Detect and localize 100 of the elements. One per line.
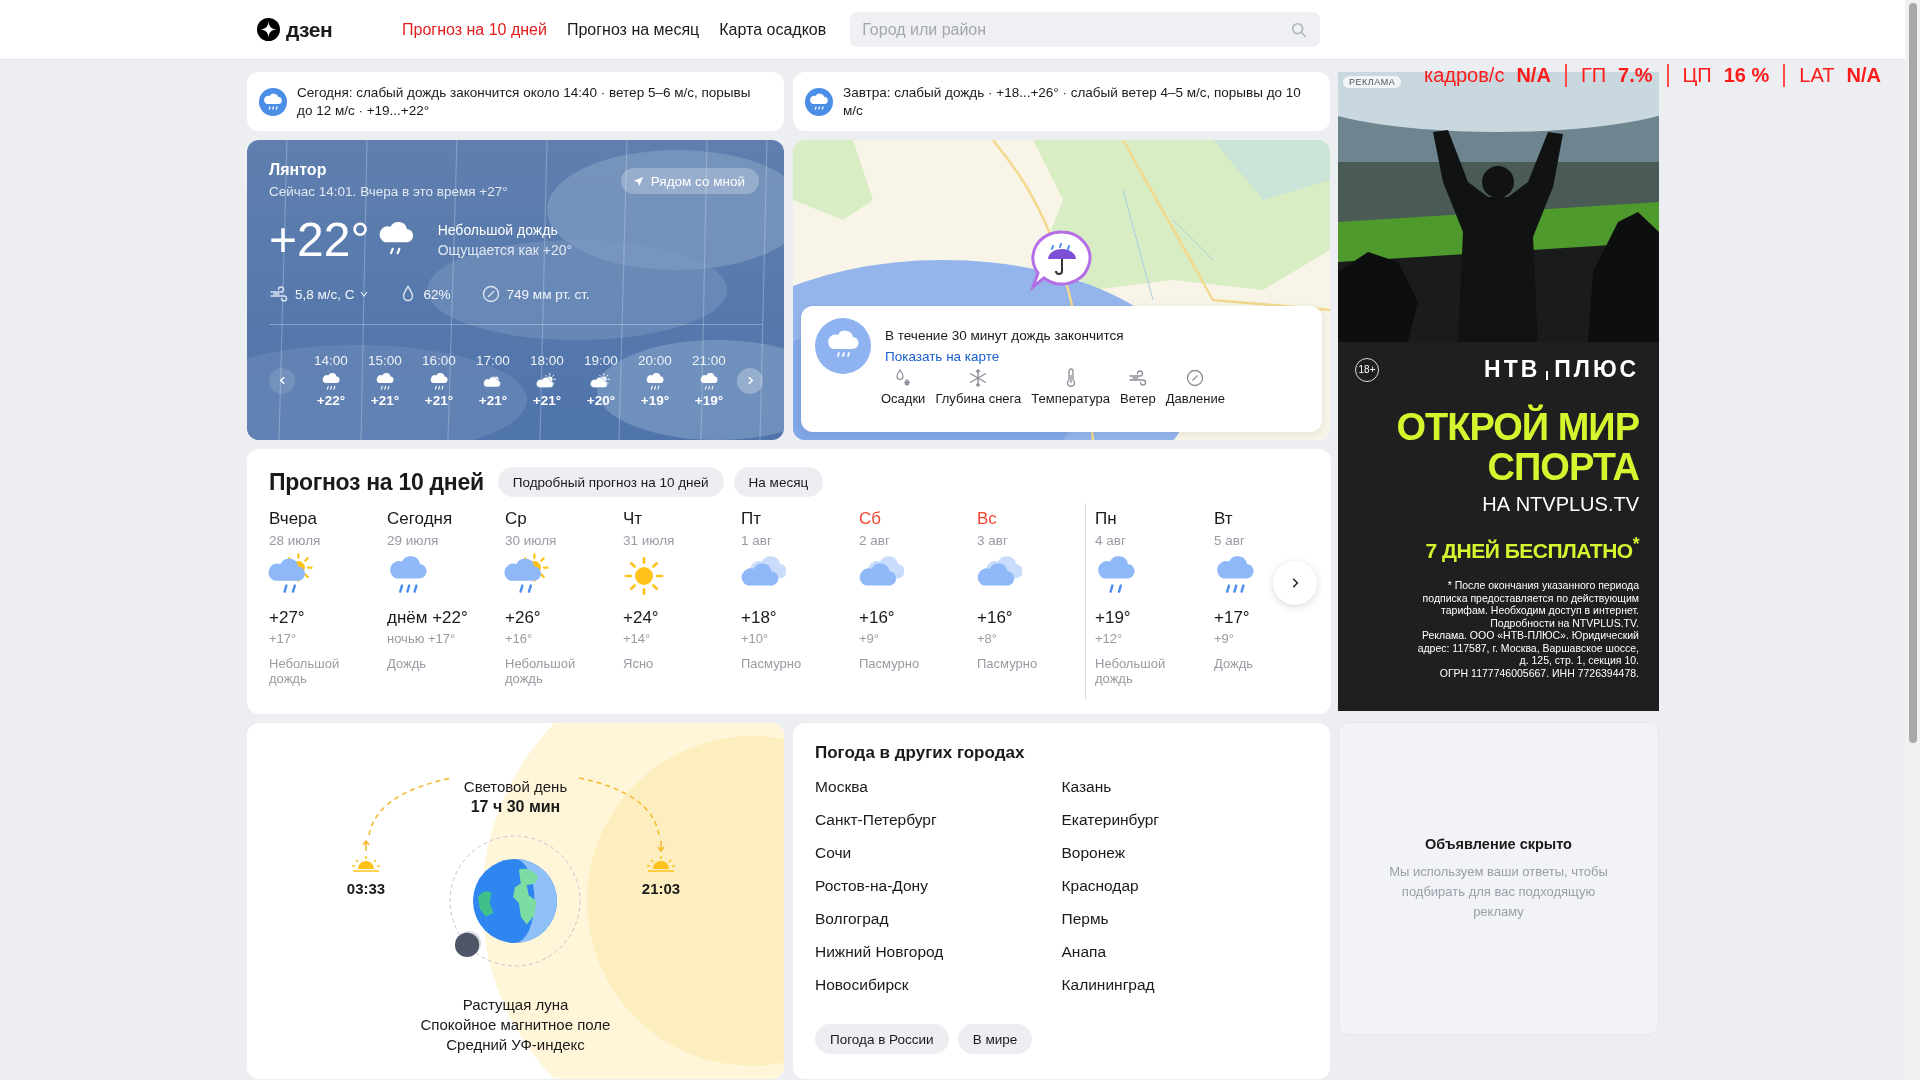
wind-icon — [269, 284, 289, 304]
city-link[interactable]: Москва — [815, 777, 1062, 796]
hour-temperature: +22° — [316, 393, 346, 408]
forecast-link-button[interactable]: На месяц — [733, 467, 824, 497]
rain-cloud-icon — [698, 371, 720, 393]
forecast-link-button[interactable]: Подробный прогноз на 10 дней — [497, 467, 724, 497]
precipitation-map-card[interactable]: В течение 30 минут дождь закончится Показать на карте Осадки Глубина снега Температура Ветер Давление — [793, 140, 1330, 440]
night-temperature: +10° — [741, 631, 770, 646]
current-time-text: Сейчас 14:01. Вчера в это время +27° — [269, 184, 508, 199]
city-link[interactable]: Сочи — [815, 843, 1062, 862]
city-link[interactable]: Анапа — [1061, 942, 1308, 961]
alert-text: Сегодня: слабый дождь закончится около 14:40 · ветер 5–6 м/с, порывы до 12 м/с · +19...+22° — [297, 83, 752, 120]
stat-value: N/A — [1846, 64, 1881, 87]
ad-label: РЕКЛАМА — [1343, 76, 1402, 88]
city-link[interactable]: Ростов-на-Дону — [815, 876, 1062, 895]
location-arrow-icon — [632, 175, 644, 187]
hour-temperature: +21° — [532, 393, 562, 408]
sunset-time: 21:03 — [640, 880, 682, 897]
city-link[interactable]: Казань — [1061, 777, 1308, 796]
city-link[interactable]: Екатеринбург — [1061, 810, 1308, 829]
alert-text: Завтра: слабый дождь · +18...+26° · слабый ветер 4–5 м/с, порывы до 10 м/с — [843, 83, 1302, 120]
rain-cloud-icon — [374, 371, 396, 393]
city-link[interactable]: Санкт-Петербург — [815, 810, 1062, 829]
brand-name: НТВ — [1484, 356, 1541, 383]
magnetic-field-text: Спокойное магнитное поле — [420, 1016, 611, 1033]
city-link[interactable]: Нижний Новгород — [815, 942, 1062, 961]
section-title: Погода в других городах — [815, 743, 1026, 763]
city-link[interactable]: Краснодар — [1061, 876, 1308, 895]
hour-time: 17:00 — [476, 353, 510, 368]
nowcast-text: В течение 30 минут дождь закончится — [885, 328, 1124, 343]
current-temperature: +22° — [269, 214, 370, 266]
nav-link[interactable]: Карта осадков — [719, 20, 827, 39]
show-on-map-link[interactable]: Показать на карте — [885, 349, 1124, 364]
hour-temperature: +21° — [478, 393, 508, 408]
hour-time: 18:00 — [530, 353, 564, 368]
region-button[interactable]: В мире — [957, 1024, 1033, 1054]
city-link[interactable]: Новосибирск — [815, 975, 1062, 994]
map-layer-button[interactable]: Температура — [1029, 368, 1112, 406]
city-link[interactable]: Воронеж — [1061, 843, 1308, 862]
map-layer-button[interactable]: Ветер — [1118, 368, 1158, 406]
day-temperature: днём +22° — [387, 608, 469, 628]
day-name: Пн — [1095, 509, 1118, 529]
city-link[interactable]: Пермь — [1061, 909, 1308, 928]
day-date: 1 авг — [741, 533, 773, 548]
gauge-icon — [1185, 368, 1206, 388]
day-name: Вс — [977, 509, 998, 529]
nav-link[interactable]: Прогноз на 10 дней — [402, 20, 547, 39]
fine-print-line: подписка предоставляется по действующим — [1422, 591, 1639, 604]
night-temperature: +9° — [1214, 631, 1236, 646]
scrollbar-thumb[interactable] — [1908, 3, 1917, 743]
sunrise-icon — [351, 856, 381, 872]
day-name: Ср — [505, 509, 528, 529]
logo-text[interactable]: дзен — [286, 17, 333, 42]
fine-print-line: ОГРН 1177746005667. ИНН 7726394478. — [1439, 666, 1639, 679]
day-name: Сб — [859, 509, 882, 529]
hidden-ad-text: Мы используем ваши ответы, чтобы подбирать для вас подходящую рекламу — [1388, 862, 1609, 921]
stat-label: кадров/с — [1424, 64, 1505, 87]
day-name: Пт — [741, 509, 762, 529]
stat-value: N/A — [1516, 64, 1551, 87]
city-name: Лянтор — [269, 161, 328, 179]
previous-button[interactable] — [269, 367, 295, 394]
hour-time: 16:00 — [422, 353, 456, 368]
next-button[interactable] — [737, 367, 763, 394]
day-condition: Ясно — [623, 656, 655, 671]
night-temperature: +14° — [623, 631, 652, 646]
feels-like-text: Ощущается как +20° — [437, 242, 573, 258]
search-icon[interactable] — [1290, 21, 1309, 39]
stat-label: ГП — [1580, 64, 1607, 87]
region-button[interactable]: Погода в России — [815, 1024, 949, 1054]
day-condition: Небольшой дождь — [269, 656, 341, 686]
scrollbar[interactable] — [1905, 0, 1920, 1080]
day-date: 2 авг — [859, 533, 891, 548]
hidden-ad-title: Объявление скрыто — [1425, 835, 1572, 852]
map-layer-button[interactable]: Глубина снега — [933, 368, 1024, 406]
nav-link[interactable]: Прогноз на месяц — [566, 20, 700, 39]
wind-speed: 5,8 м/с, С — [295, 286, 355, 302]
map-layer-button[interactable]: Давление — [1163, 368, 1227, 406]
rain-cloud-icon — [320, 371, 342, 393]
next-button[interactable] — [1273, 561, 1317, 605]
night-temperature: +9° — [859, 631, 881, 646]
alert-card[interactable]: Сегодня: слабый дождь закончится около 14:40 · ветер 5–6 м/с, порывы до 12 м/с · +19...+22° — [247, 72, 784, 131]
uv-index-text: Средний УФ-индекс — [446, 1036, 585, 1053]
alert-card[interactable]: Завтра: слабый дождь · +18...+26° · слабый ветер 4–5 м/с, порывы до 10 м/с — [793, 72, 1330, 131]
fine-print-line: д. 125, стр. 1, секция 10. — [1519, 654, 1639, 667]
map-layer-button[interactable]: Осадки — [879, 368, 928, 406]
hour-time: 15:00 — [368, 353, 402, 368]
city-link[interactable]: Волгоград — [815, 909, 1062, 928]
rain-cloud-icon — [428, 371, 450, 393]
hour-temperature: +21° — [424, 393, 454, 408]
daylight-duration: 17 ч 30 мин — [469, 798, 562, 816]
hour-temperature: +19° — [640, 393, 670, 408]
city-link[interactable]: Калининград — [1061, 975, 1308, 994]
search-field[interactable]: Город или район — [850, 12, 1321, 47]
night-temperature: +12° — [1095, 631, 1124, 646]
day-condition: Небольшой дождь — [1095, 656, 1167, 686]
day-condition: Дождь — [387, 656, 428, 671]
day-temperature: +26° — [505, 608, 542, 628]
star-logo-icon[interactable] — [257, 18, 280, 41]
fine-print-line: тарифам. Необходим доступ в интернет. — [1441, 604, 1639, 617]
hour-temperature: +21° — [370, 393, 400, 408]
